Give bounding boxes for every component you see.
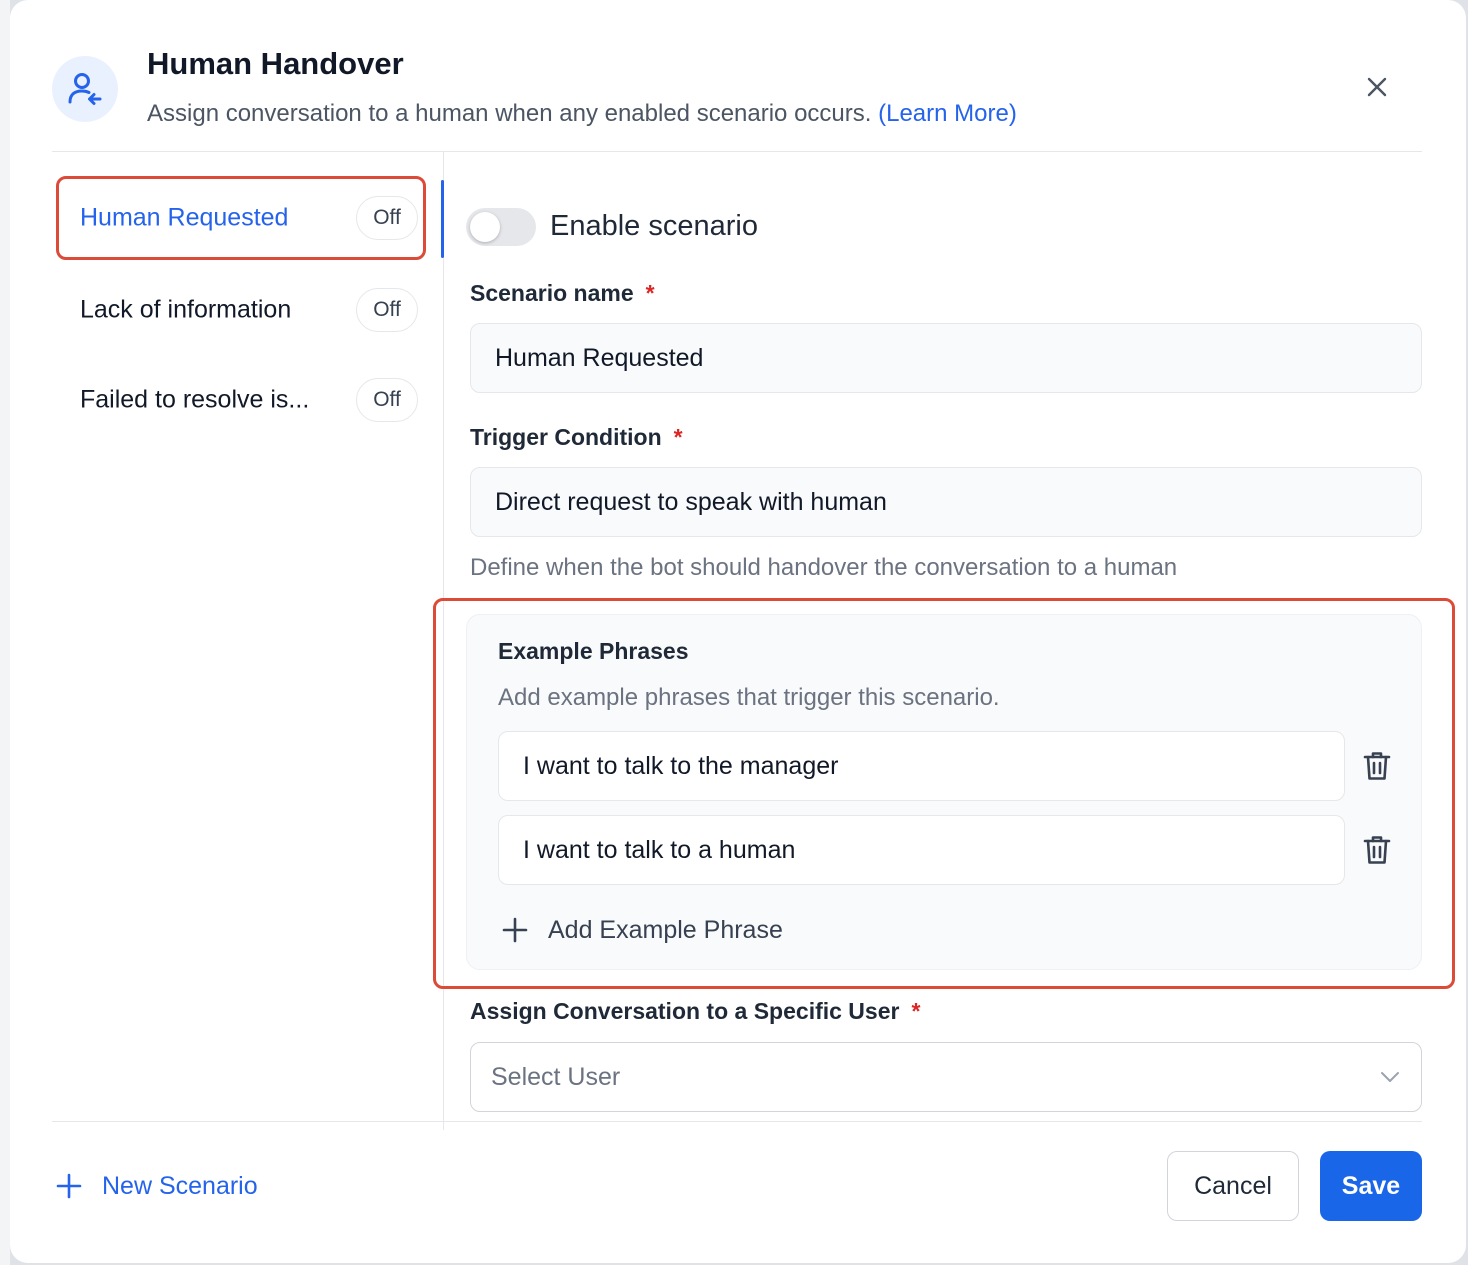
sidebar-item-label: Lack of information (80, 295, 292, 324)
trash-icon (1363, 752, 1391, 780)
save-button[interactable]: Save (1320, 1151, 1422, 1221)
example-phrases-description: Add example phrases that trigger this sc… (498, 684, 1000, 711)
footer-divider (52, 1121, 1422, 1122)
modal-subtitle: Assign conversation to a human when any … (147, 100, 1017, 128)
cancel-button[interactable]: Cancel (1167, 1151, 1299, 1221)
example-phrase-input[interactable]: I want to talk to a human (498, 815, 1345, 885)
add-example-phrase-button[interactable]: Add Example Phrase (502, 910, 783, 950)
subtitle-text: Assign conversation to a human when any … (147, 100, 872, 127)
chevron-down-icon (1381, 1072, 1399, 1082)
status-badge: Off (356, 196, 418, 240)
modal-title: Human Handover (147, 46, 404, 81)
sidebar-item-failed-to-resolve[interactable]: Failed to resolve is... Off (56, 358, 426, 442)
active-scenario-indicator (441, 180, 444, 258)
status-badge: Off (356, 378, 418, 422)
close-icon (1367, 77, 1387, 97)
enable-scenario-label: Enable scenario (550, 210, 758, 242)
background-page (0, 0, 10, 1265)
toggle-knob (470, 212, 500, 242)
label-text: Assign Conversation to a Specific User (470, 998, 900, 1024)
select-user-dropdown[interactable]: Select User (470, 1042, 1422, 1112)
enable-scenario-toggle[interactable] (466, 208, 536, 246)
sidebar-item-lack-of-information[interactable]: Lack of information Off (56, 268, 426, 352)
header-divider (52, 151, 1422, 152)
new-scenario-button[interactable]: New Scenario (56, 1166, 258, 1206)
plus-icon (56, 1173, 82, 1199)
status-badge: Off (356, 288, 418, 332)
required-mark: * (673, 424, 683, 450)
delete-phrase-button[interactable] (1360, 833, 1394, 867)
trigger-condition-input[interactable]: Direct request to speak with human (470, 467, 1422, 537)
new-scenario-label: New Scenario (102, 1171, 258, 1200)
sidebar-item-human-requested[interactable]: Human Requested Off (56, 176, 426, 260)
learn-more-link[interactable]: (Learn More) (878, 100, 1017, 127)
trigger-condition-helper: Define when the bot should handover the … (470, 554, 1178, 581)
required-mark: * (645, 280, 655, 306)
scenario-name-input[interactable]: Human Requested (470, 323, 1422, 393)
label-text: Trigger Condition (470, 424, 662, 450)
select-user-placeholder: Select User (491, 1062, 621, 1091)
sidebar-item-label: Human Requested (80, 203, 289, 232)
add-example-phrase-label: Add Example Phrase (548, 915, 783, 944)
example-phrase-input[interactable]: I want to talk to the manager (498, 731, 1345, 801)
required-mark: * (911, 998, 921, 1024)
trigger-condition-label: Trigger Condition * (470, 424, 683, 451)
assign-user-label: Assign Conversation to a Specific User * (470, 998, 920, 1025)
delete-phrase-button[interactable] (1360, 749, 1394, 783)
close-button[interactable] (1362, 72, 1392, 102)
example-phrases-title: Example Phrases (498, 638, 689, 664)
human-handover-modal: Human Handover Assign conversation to a … (10, 0, 1466, 1263)
user-handover-icon (52, 56, 118, 122)
label-text: Scenario name (470, 280, 634, 306)
trash-icon (1363, 836, 1391, 864)
sidebar-item-label: Failed to resolve is... (80, 385, 310, 414)
scenario-name-label: Scenario name * (470, 280, 655, 307)
plus-icon (502, 917, 528, 943)
